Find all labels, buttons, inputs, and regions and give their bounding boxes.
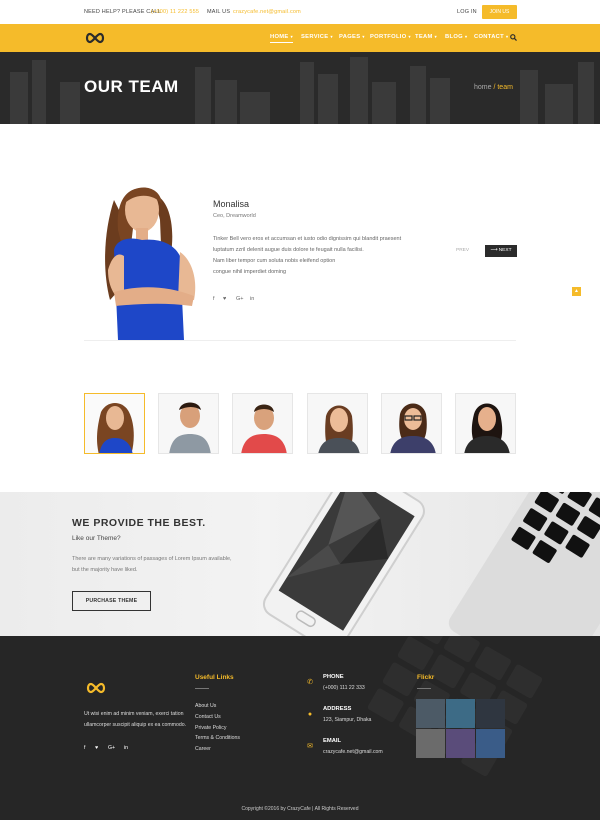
nav-home[interactable]: HOME ▾ [270, 34, 293, 43]
help-phone[interactable]: (+000) 11 222 555 [151, 9, 199, 15]
footer-about: Ut wisi enim ad minim veniam, exerci tat… [84, 711, 187, 728]
linkedin-icon[interactable]: in [250, 296, 254, 302]
team-thumb[interactable] [84, 393, 145, 454]
section-divider [84, 340, 516, 341]
nav-blog[interactable]: BLOG ▾ [445, 34, 467, 40]
phone-value: (+000) 111 22 333 [323, 685, 365, 691]
footer: Ut wisi enim ad minim veniam, exerci tat… [0, 636, 600, 820]
logo-icon[interactable] [84, 32, 106, 44]
footer-link[interactable]: Private Policy [195, 723, 226, 734]
footer-link[interactable]: Contact Us [195, 712, 221, 723]
help-label: NEED HELP? PLEASE CALL [84, 9, 161, 15]
phone-label: PHONE [323, 674, 344, 680]
nav-service[interactable]: SERVICE ▾ [301, 34, 333, 40]
mail-link[interactable]: crazycafe.net@gmail.com [233, 9, 301, 15]
flickr-title: Flickr [417, 674, 435, 681]
member-bio-line: Nam liber tempor cum soluta nobis eleife… [213, 258, 336, 264]
address-label: ADDRESS [323, 706, 352, 712]
page-title: OUR TEAM [84, 77, 179, 96]
breadcrumb-home[interactable]: home [474, 84, 492, 91]
breadcrumb-current: / team [493, 84, 513, 91]
twitter-icon[interactable]: ♥ [223, 296, 226, 302]
phone-icon: ✆ [307, 679, 313, 686]
map-pin-icon: ● [307, 711, 313, 718]
top-bar: NEED HELP? PLEASE CALL (+000) 11 222 555… [0, 0, 600, 24]
flickr-photo[interactable] [446, 729, 475, 758]
main-nav: HOME ▾ SERVICE ▾ PAGES ▾ PORTFOLIO ▾ TEAM ▾ B… [0, 24, 600, 52]
page-hero: OUR TEAM home / team [0, 52, 600, 124]
footer-link[interactable]: Terms & Conditions [195, 733, 240, 744]
cta-text: There are many variations of passages of… [72, 556, 232, 573]
search-icon[interactable] [510, 34, 517, 41]
copyright: Copyright ©2016 by CrazyCafe | All Right… [241, 806, 359, 812]
cta-section: WE PROVIDE THE BEST. Like our Theme? The… [0, 492, 600, 636]
login-link[interactable]: LOG IN [457, 9, 477, 15]
email-label: EMAIL [323, 738, 342, 744]
member-role: Ceo, Dreamworld [213, 213, 256, 219]
next-button[interactable]: ⟶ NEXT [485, 245, 517, 257]
purchase-theme-button[interactable]: PURCHASE THEME [72, 591, 151, 611]
nav-portfolio[interactable]: PORTFOLIO ▾ [370, 34, 411, 40]
title-underline [195, 688, 209, 689]
google-plus-icon[interactable]: G+ [108, 743, 115, 754]
mail-label: MAIL US [207, 9, 231, 15]
footer-logo-icon[interactable] [84, 682, 108, 694]
scroll-top-button[interactable]: ▲ [572, 287, 581, 296]
address-value: 123, Siampur, Dhaka [323, 717, 372, 723]
team-thumb[interactable] [232, 393, 293, 454]
member-bio-line: congue nihil imperdiet doming [213, 269, 287, 275]
cta-subtitle: Like our Theme? [72, 535, 121, 542]
nav-contact[interactable]: CONTACT ▾ [474, 34, 508, 40]
nav-team[interactable]: TEAM ▾ [415, 34, 437, 40]
member-bio-line: Tinker Bell vero eros et accumsan et ius… [213, 236, 402, 242]
title-underline [417, 688, 431, 689]
team-thumb[interactable] [381, 393, 442, 454]
flickr-gallery [416, 699, 508, 759]
team-thumb[interactable] [455, 393, 516, 454]
cta-title: WE PROVIDE THE BEST. [72, 517, 206, 529]
envelope-icon: ✉ [307, 743, 313, 750]
email-value[interactable]: crazycafe.net@gmail.com [323, 747, 383, 758]
join-button[interactable]: JOIN US [482, 5, 517, 19]
arrow-right-icon: ⟶ [490, 248, 499, 253]
flickr-photo[interactable] [416, 729, 445, 758]
facebook-icon[interactable]: f [213, 296, 215, 302]
prev-button[interactable]: PREV [456, 248, 469, 253]
google-plus-icon[interactable]: G+ [236, 296, 244, 302]
linkedin-icon[interactable]: in [124, 743, 128, 754]
useful-links-title: Useful Links [195, 674, 234, 681]
footer-link[interactable]: About Us [195, 701, 216, 712]
footer-link[interactable]: Career [195, 744, 211, 755]
member-name: Monalisa [213, 199, 250, 209]
flickr-photo[interactable] [446, 699, 475, 728]
flickr-photo[interactable] [476, 699, 505, 728]
team-thumb[interactable] [307, 393, 368, 454]
member-bio-line: luptatum zzril delenit augue duis dolore… [213, 247, 364, 253]
nav-pages[interactable]: PAGES ▾ [339, 34, 365, 40]
member-photo [105, 187, 196, 340]
facebook-icon[interactable]: f [84, 743, 85, 754]
twitter-icon[interactable]: ♥ [95, 743, 98, 754]
breadcrumb: home / team [474, 84, 513, 91]
phone-keyboard-image [262, 492, 600, 636]
team-thumb[interactable] [158, 393, 219, 454]
flickr-photo[interactable] [476, 729, 505, 758]
flickr-photo[interactable] [416, 699, 445, 728]
